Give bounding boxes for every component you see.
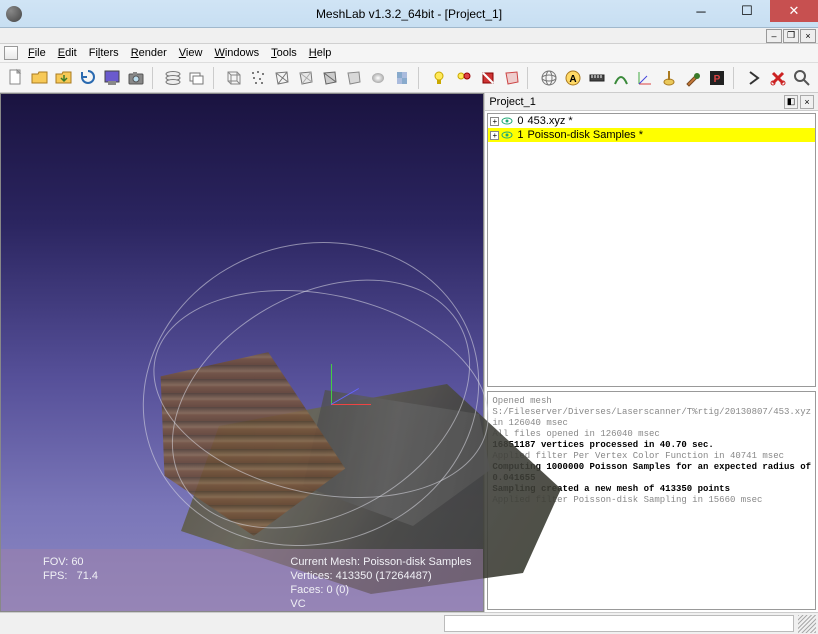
align-button[interactable]: A <box>561 66 584 90</box>
status-vertices: Vertices: 413350 (17264487) <box>290 569 471 583</box>
chevron-right-icon[interactable] <box>743 66 766 90</box>
resize-grip[interactable] <box>798 615 816 633</box>
smooth-button[interactable] <box>367 66 390 90</box>
hiddenlines-button[interactable] <box>295 66 318 90</box>
layer-index: 1 <box>515 129 523 141</box>
viewport-status-overlay: FOV: 60 FPS: 71.4 Current Mesh: Poisson-… <box>1 549 483 611</box>
minimize-button[interactable]: ─ <box>678 0 724 22</box>
snapshot-button[interactable] <box>124 66 147 90</box>
maximize-button[interactable]: ☐ <box>724 0 770 22</box>
close-button[interactable]: ✕ <box>770 0 818 22</box>
show-raster-button[interactable] <box>185 66 208 90</box>
import-mesh-button[interactable] <box>52 66 75 90</box>
menu-bar: File Edit Filters Render View Windows To… <box>0 44 818 63</box>
menu-filters[interactable]: Filters <box>83 45 125 61</box>
menu-help[interactable]: Help <box>303 45 338 61</box>
status-faces: Faces: 0 (0) <box>290 583 471 597</box>
statusbar-field <box>444 615 794 632</box>
mdi-restore-button[interactable]: ❐ <box>783 29 799 43</box>
log-line: All files opened in 126040 msec <box>492 429 811 440</box>
status-fps: FPS: 71.4 <box>43 569 266 583</box>
double-light-button[interactable] <box>452 66 475 90</box>
export-mesh-button[interactable] <box>100 66 123 90</box>
window-title: MeshLab v1.3.2_64bit - [Project_1] <box>316 7 502 21</box>
tree-expand-icon[interactable]: + <box>490 117 499 126</box>
layer-name: Poisson-disk Samples * <box>525 129 643 141</box>
layer-panel-title: Project_1 <box>489 96 535 108</box>
axis-button[interactable] <box>633 66 656 90</box>
paint-button[interactable] <box>682 66 705 90</box>
cleaning-button[interactable] <box>658 66 681 90</box>
status-bar <box>0 612 818 634</box>
svg-text:A: A <box>569 74 576 85</box>
toolbar: A P <box>0 63 818 93</box>
status-vc: VC <box>290 597 471 611</box>
new-project-button[interactable] <box>4 66 27 90</box>
mdi-controls: – ❐ × <box>0 28 818 44</box>
show-layers-button[interactable] <box>161 66 184 90</box>
main-area: FOV: 60 FPS: 71.4 Current Mesh: Poisson-… <box>0 93 818 612</box>
layer-panel-close-button[interactable]: × <box>800 95 814 109</box>
app-icon <box>6 6 22 22</box>
log-line: 16851187 vertices processed in 40.70 sec… <box>492 440 811 451</box>
status-current-mesh: Current Mesh: Poisson-disk Samples <box>290 555 471 569</box>
log-line: Applied filter Per Vertex Color Function… <box>492 451 811 462</box>
search-button[interactable] <box>791 66 814 90</box>
quality-mapper-button[interactable] <box>609 66 632 90</box>
layer-panel-header: Project_1 ◧ × <box>485 93 818 111</box>
tree-expand-icon[interactable]: + <box>490 131 499 140</box>
status-fov: FOV: 60 <box>43 555 266 569</box>
menu-edit[interactable]: Edit <box>52 45 83 61</box>
flatlines-button[interactable] <box>319 66 342 90</box>
log-line: S:/Fileserver/Diverses/Laserscanner/T%rt… <box>492 407 811 429</box>
menu-windows[interactable]: Windows <box>208 45 265 61</box>
texture-button[interactable] <box>391 66 414 90</box>
menu-render[interactable]: Render <box>125 45 173 61</box>
layer-row[interactable]: + 1 Poisson-disk Samples * <box>488 128 815 142</box>
selected-face-button[interactable] <box>500 66 523 90</box>
layer-index: 0 <box>515 115 523 127</box>
points-button[interactable] <box>246 66 269 90</box>
window-titlebar: MeshLab v1.3.2_64bit - [Project_1] ─ ☐ ✕ <box>0 0 818 28</box>
document-icon <box>4 46 18 60</box>
open-project-button[interactable] <box>28 66 51 90</box>
layer-panel-undock-button[interactable]: ◧ <box>784 95 798 109</box>
backface-cull-button[interactable] <box>476 66 499 90</box>
bbox-button[interactable] <box>222 66 245 90</box>
reload-button[interactable] <box>76 66 99 90</box>
log-line: Opened mesh <box>492 396 811 407</box>
svg-text:P: P <box>714 74 721 85</box>
menu-tools[interactable]: Tools <box>265 45 303 61</box>
mdi-close-button[interactable]: × <box>800 29 816 43</box>
flat-button[interactable] <box>343 66 366 90</box>
layer-list[interactable]: + 0 453.xyz * + 1 Poisson-disk Samples * <box>487 113 816 387</box>
viewport-3d[interactable]: FOV: 60 FPS: 71.4 Current Mesh: Poisson-… <box>0 93 484 612</box>
trackball-button[interactable] <box>537 66 560 90</box>
visibility-icon[interactable] <box>501 130 513 140</box>
measure-button[interactable] <box>585 66 608 90</box>
layer-name: 453.xyz * <box>525 115 572 127</box>
layer-row[interactable]: + 0 453.xyz * <box>488 114 815 128</box>
plugin-p-button[interactable]: P <box>706 66 729 90</box>
wireframe-button[interactable] <box>271 66 294 90</box>
menu-file[interactable]: File <box>22 45 52 61</box>
mdi-minimize-button[interactable]: – <box>766 29 782 43</box>
cut-filter-button[interactable] <box>767 66 790 90</box>
menu-view[interactable]: View <box>173 45 209 61</box>
light-toggle-button[interactable] <box>428 66 451 90</box>
visibility-icon[interactable] <box>501 116 513 126</box>
